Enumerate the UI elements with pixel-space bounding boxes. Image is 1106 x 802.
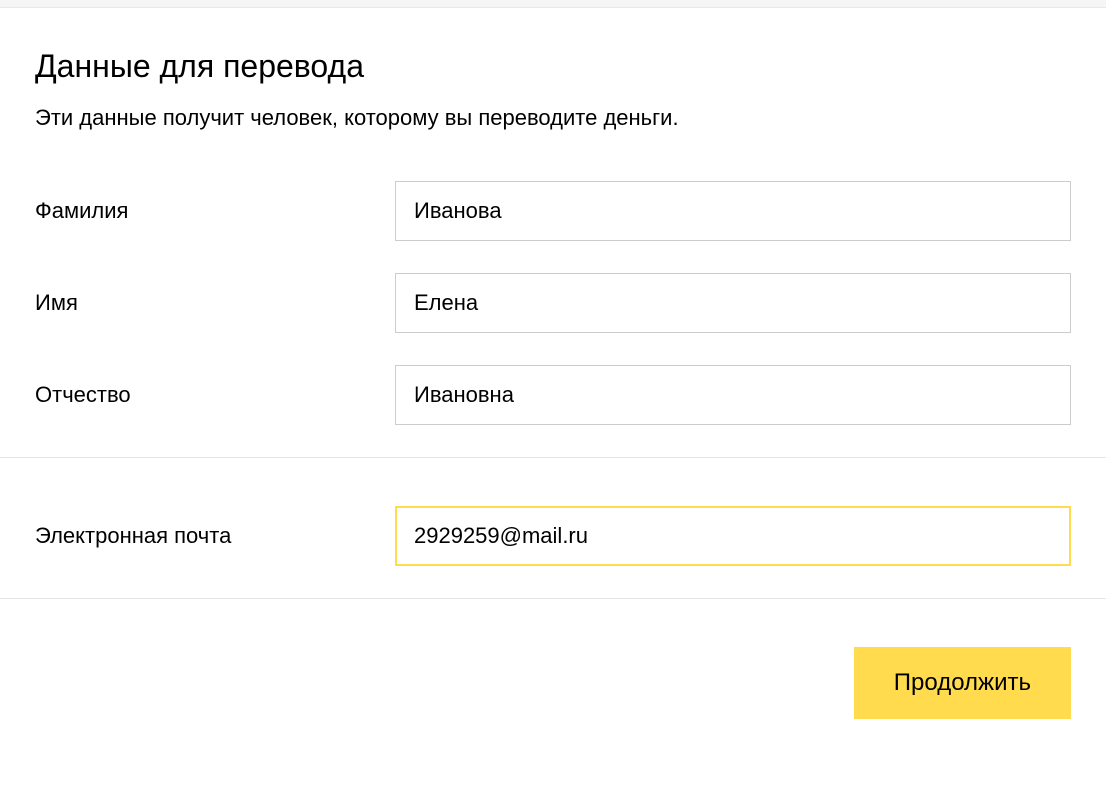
email-input[interactable] — [395, 506, 1071, 566]
form-container: Данные для перевода Эти данные получит ч… — [0, 8, 1106, 719]
button-row: Продолжить — [35, 647, 1071, 719]
middle-name-input[interactable] — [395, 365, 1071, 425]
page-title: Данные для перевода — [35, 48, 1071, 85]
email-label: Электронная почта — [35, 523, 395, 549]
first-name-input[interactable] — [395, 273, 1071, 333]
middle-name-row: Отчество — [35, 365, 1071, 425]
section-divider — [0, 457, 1106, 458]
page-subtitle: Эти данные получит человек, которому вы … — [35, 105, 1071, 131]
section-divider-2 — [0, 598, 1106, 599]
email-row: Электронная почта — [35, 506, 1071, 566]
first-name-label: Имя — [35, 290, 395, 316]
last-name-label: Фамилия — [35, 198, 395, 224]
last-name-row: Фамилия — [35, 181, 1071, 241]
continue-button[interactable]: Продолжить — [854, 647, 1071, 719]
top-bar — [0, 0, 1106, 8]
last-name-input[interactable] — [395, 181, 1071, 241]
first-name-row: Имя — [35, 273, 1071, 333]
middle-name-label: Отчество — [35, 382, 395, 408]
